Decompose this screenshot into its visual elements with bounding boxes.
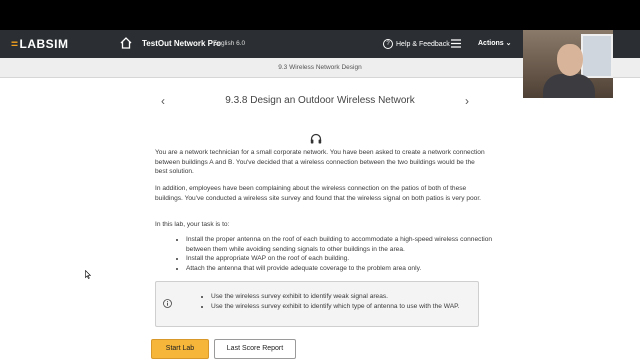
task-item: Install the appropriate WAP on the roof … (186, 254, 496, 264)
help-icon: ? (383, 39, 393, 49)
help-feedback-link[interactable]: ? Help & Feedback (383, 39, 450, 49)
list-menu-icon[interactable] (451, 39, 461, 48)
mouse-cursor-icon (85, 270, 91, 279)
intro-paragraph-1: You are a network technician for a small… (155, 149, 485, 176)
home-icon[interactable] (119, 36, 133, 50)
intro-paragraph-2: In addition, employees have been complai… (155, 185, 482, 202)
last-score-report-button[interactable]: Last Score Report (214, 339, 296, 359)
logo-text: LABSIM (19, 37, 69, 51)
help-label: Help & Feedback (396, 40, 450, 48)
lab-content: ‹ 9.3.8 Design an Outdoor Wireless Netwo… (0, 78, 640, 360)
labsim-logo[interactable]: =LABSIM (11, 37, 69, 51)
product-version: English 6.0 (213, 40, 246, 47)
task-intro: In this lab, your task is to: (155, 221, 230, 228)
tips-list: Use the wireless survey exhibit to ident… (201, 292, 481, 311)
task-item: Attach the antenna that will provide ade… (186, 264, 496, 274)
next-arrow-icon[interactable]: › (465, 94, 469, 108)
logo-mark-icon: = (11, 37, 19, 51)
product-name: TestOut Network Pro (142, 39, 221, 48)
tip-item: Use the wireless survey exhibit to ident… (211, 302, 481, 312)
info-icon (163, 299, 172, 308)
tip-item: Use the wireless survey exhibit to ident… (211, 292, 481, 302)
headphones-icon[interactable] (310, 133, 322, 144)
chevron-down-icon: ⌄ (505, 40, 512, 47)
task-list: Install the proper antenna on the roof o… (176, 235, 496, 273)
start-lab-button[interactable]: Start Lab (151, 339, 209, 359)
actions-label: Actions (478, 40, 504, 47)
webcam-person-body (543, 74, 595, 98)
webcam-person-face (557, 44, 583, 76)
webcam-window (581, 34, 613, 78)
task-item: Install the proper antenna on the roof o… (186, 235, 496, 254)
webcam-overlay (523, 30, 613, 98)
tips-box: Use the wireless survey exhibit to ident… (155, 281, 479, 327)
actions-menu[interactable]: Actions ⌄ (478, 39, 512, 47)
